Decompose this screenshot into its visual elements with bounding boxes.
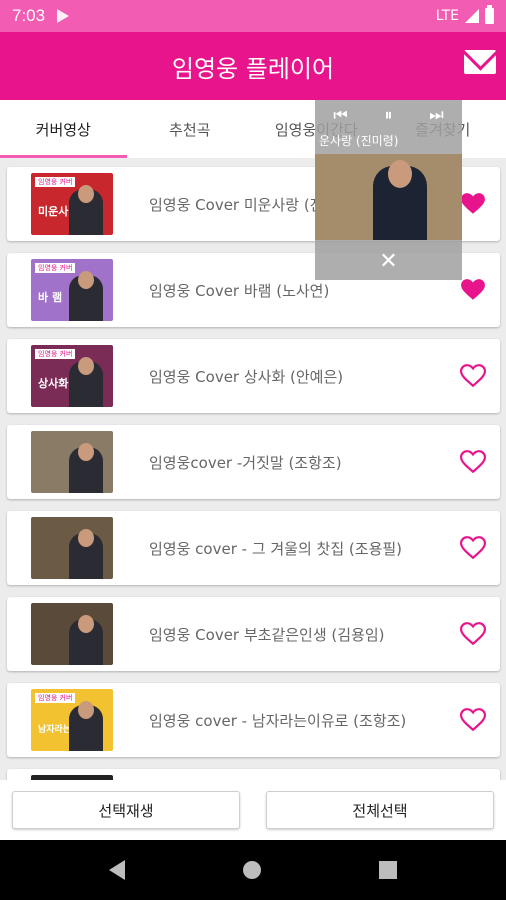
video-thumbnail[interactable]: 임영웅 커버 상사화 (31, 345, 113, 407)
video-title: 임영웅 Cover 상사화 (안예은) (149, 367, 344, 386)
app-title: 임영웅 플레이어 (171, 54, 335, 83)
home-icon[interactable] (243, 861, 261, 879)
thumbnail-tag: 임영웅 커버 (35, 177, 76, 187)
video-thumbnail[interactable] (31, 431, 113, 493)
list-item[interactable]: 임영웅 Cover 부초같은인생 (김용임) (7, 597, 500, 671)
media-play-icon (57, 9, 70, 23)
video-thumbnail[interactable] (31, 517, 113, 579)
singer-image (373, 160, 427, 240)
list-item[interactable]: 임영웅 cover - 그 겨울의 찻집 (조용필) (7, 511, 500, 585)
back-icon[interactable] (109, 860, 125, 880)
favorite-filled-icon[interactable] (460, 277, 486, 303)
video-thumbnail[interactable]: 임영웅 커버 바 램 (31, 259, 113, 321)
video-thumbnail[interactable]: 임영웅 커버 미운사랑 (31, 173, 113, 235)
signal-icon (465, 9, 479, 23)
singer-image (69, 357, 103, 407)
select-all-button[interactable]: 전체선택 (266, 791, 494, 829)
singer-image (69, 615, 103, 665)
tab-recommended[interactable]: 추천곡 (127, 100, 254, 158)
video-title: 임영웅 cover - 그 겨울의 찻집 (조용필) (149, 539, 403, 558)
singer-image (69, 271, 103, 321)
app-bar: 임영웅 플레이어 (0, 32, 506, 100)
video-thumbnail[interactable]: 임영웅 커버 남자라는 이유로 (31, 689, 113, 751)
recents-icon[interactable] (379, 861, 397, 879)
pause-icon[interactable]: ⏸ (384, 105, 392, 125)
list-item-partial[interactable] (7, 769, 500, 780)
singer-image (69, 185, 103, 235)
list-item[interactable]: 임영웅cover -거짓말 (조항조) (7, 425, 500, 499)
previous-icon[interactable]: ⏮ (333, 105, 347, 125)
singer-image (69, 529, 103, 579)
close-icon[interactable]: ✕ (315, 246, 462, 278)
singer-image (69, 443, 103, 493)
favorite-outline-icon[interactable] (460, 535, 486, 561)
video-title: 임영웅 Cover 바램 (노사연) (149, 281, 330, 300)
mail-icon[interactable] (464, 50, 496, 74)
status-bar: 7:03 LTE (0, 0, 506, 32)
next-icon[interactable]: ⏭ (429, 105, 443, 125)
favorite-outline-icon[interactable] (460, 621, 486, 647)
thumbnail-tag: 임영웅 커버 (35, 349, 76, 359)
network-label: LTE (435, 8, 459, 24)
list-item[interactable]: 임영웅 커버 남자라는 이유로 임영웅 cover - 남자라는이유로 (조항조… (7, 683, 500, 757)
pip-subtitle: 운사랑 (진미령) (319, 134, 399, 148)
battery-icon (485, 5, 494, 24)
favorite-outline-icon[interactable] (460, 363, 486, 389)
status-right: LTE (435, 5, 494, 24)
video-title: 임영웅 Cover 부초같은인생 (김용임) (149, 625, 385, 644)
status-time: 7:03 (12, 6, 46, 25)
system-nav-bar (0, 840, 506, 900)
thumbnail-tag: 임영웅 커버 (35, 693, 76, 703)
list-item[interactable]: 임영웅 커버 상사화 임영웅 Cover 상사화 (안예은) (7, 339, 500, 413)
favorite-outline-icon[interactable] (460, 449, 486, 475)
thumbnail-caption: 바 램 (38, 291, 63, 304)
pip-player[interactable]: ⏮ ⏸ ⏭ 운사랑 (진미령) ✕ (315, 100, 462, 280)
favorite-outline-icon[interactable] (460, 707, 486, 733)
thumbnail-caption: 상사화 (38, 377, 69, 390)
video-thumbnail[interactable] (31, 603, 113, 665)
play-selected-button[interactable]: 선택재생 (12, 791, 240, 829)
singer-image (69, 701, 103, 751)
thumbnail-tag: 임영웅 커버 (35, 263, 76, 273)
tab-cover-videos[interactable]: 커버영상 (0, 100, 127, 158)
video-title: 임영웅 cover - 남자라는이유로 (조항조) (149, 711, 407, 730)
favorite-filled-icon[interactable] (460, 191, 486, 217)
pip-controls: ⏮ ⏸ ⏭ (315, 100, 462, 130)
pip-video[interactable] (315, 154, 462, 240)
video-title: 임영웅cover -거짓말 (조항조) (149, 453, 342, 472)
bottom-actions: 선택재생 전체선택 (0, 780, 506, 840)
